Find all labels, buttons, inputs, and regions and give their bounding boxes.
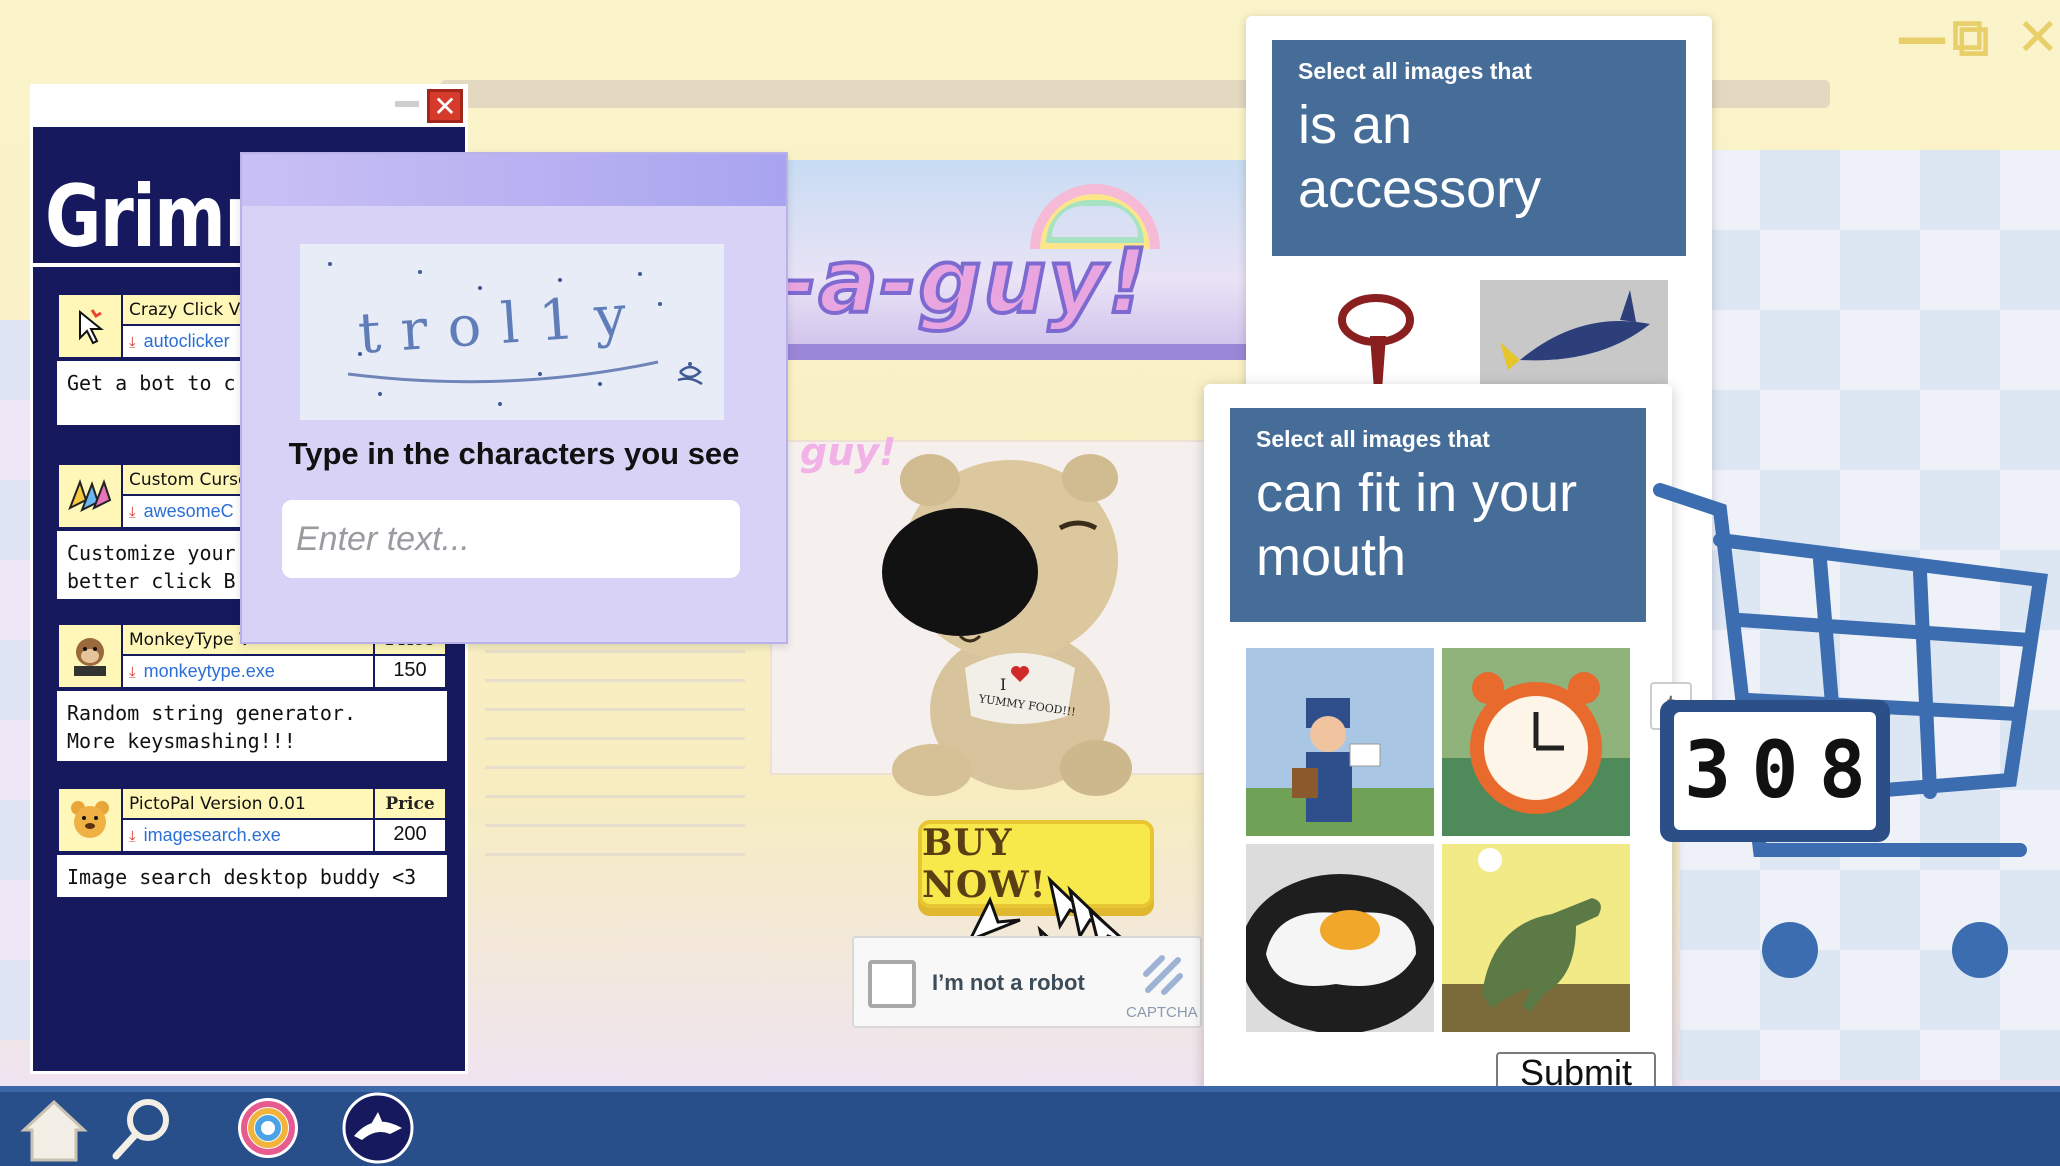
rainbow-ring-icon[interactable] <box>230 1090 306 1166</box>
tile-tuna-fish[interactable] <box>1480 280 1668 390</box>
captcha-prompt: Type in the characters you see <box>288 436 740 471</box>
taskbar <box>0 1086 2060 1166</box>
software-minimize-button[interactable] <box>395 101 419 107</box>
search-icon[interactable] <box>104 1090 180 1166</box>
captcha-header: Select all images that is an accessory <box>1272 40 1686 256</box>
price-value: 150 <box>393 659 427 682</box>
captcha-logo-icon <box>1143 955 1183 995</box>
captcha-instruction: Select all images that <box>1256 426 1490 452</box>
tile-fried-egg[interactable] <box>1246 844 1434 1032</box>
software-item-pictopal[interactable]: PictoPal Version 0.01 ⤓ imagesearch.exe P… <box>57 787 447 897</box>
software-description: Image search desktop buddy <3 <box>57 855 447 897</box>
page-text-lines <box>485 650 745 882</box>
software-description: Random string generator. More keysmashin… <box>57 691 447 761</box>
software-window-titlebar[interactable]: ✕ <box>33 87 465 127</box>
software-file-name: awesomeC <box>143 501 234 522</box>
tile-alarm-clock[interactable] <box>1442 648 1630 836</box>
download-icon: ⤓ <box>129 828 136 846</box>
text-captcha-titlebar[interactable] <box>242 154 786 206</box>
download-icon: ⤓ <box>129 664 136 682</box>
counter-digit: 0 <box>1751 726 1799 816</box>
price-value: 200 <box>393 823 427 846</box>
tile-mail-carrier[interactable] <box>1246 648 1434 836</box>
maximize-button[interactable]: ⧉ <box>1952 8 1989 69</box>
tile-necktie[interactable] <box>1306 280 1466 390</box>
software-download-link[interactable]: ⤓ imagesearch.exe <box>123 820 373 851</box>
download-icon: ⤓ <box>129 334 136 352</box>
tile-t-rex[interactable] <box>1442 844 1630 1032</box>
captcha-instruction: Select all images that <box>1298 58 1532 84</box>
captcha-target: is an accessory <box>1298 95 1542 219</box>
game-scene: — ⧉ ✕ -a-guy! guy! I YUMMY FOOD!!! BUY N… <box>0 0 2060 1166</box>
robot-checkbox-label: I’m not a robot <box>932 970 1085 995</box>
captcha-brand: CAPTCHA <box>1126 1004 1198 1021</box>
cursor-click-icon <box>59 295 123 357</box>
colorful-cursors-icon <box>59 465 123 527</box>
price-header: Price <box>375 789 445 821</box>
monkey-typing-icon <box>59 625 123 687</box>
image-captcha-front: Select all images that can fit in your m… <box>1204 384 1672 1110</box>
software-file-name: autoclicker <box>143 331 230 352</box>
plush-bear-product[interactable]: I YUMMY FOOD!!! <box>860 450 1180 810</box>
captcha-header: Select all images that can fit in your m… <box>1230 408 1646 622</box>
desktop-window-chrome: — ⧉ ✕ <box>0 0 2060 80</box>
window-close-button[interactable]: ✕ <box>2016 8 2060 68</box>
recaptcha-widget: I’m not a robot CAPTCHA <box>852 936 1202 1028</box>
shirt-text-i: I <box>1000 675 1006 694</box>
software-close-button[interactable]: ✕ <box>427 89 463 123</box>
bird-app-icon[interactable] <box>340 1090 416 1166</box>
counter-digit: 3 <box>1684 726 1732 816</box>
text-captcha-popup: trol1y Type in the characters you see <box>240 152 788 644</box>
software-file-name: monkeytype.exe <box>143 661 275 682</box>
bear-face-icon <box>59 789 123 851</box>
robot-checkbox[interactable] <box>868 960 916 1008</box>
download-icon: ⤓ <box>129 504 136 522</box>
software-file-name: imagesearch.exe <box>143 825 281 846</box>
store-logo: -a-guy! <box>778 228 1150 335</box>
banner-stripe <box>770 344 1250 360</box>
captcha-image: trol1y <box>300 244 724 420</box>
price-counter: 3 0 8 <box>1660 700 1890 842</box>
captcha-text-input[interactable] <box>282 500 740 578</box>
minimize-button[interactable]: — <box>1896 8 1948 68</box>
counter-digit: 8 <box>1818 726 1866 816</box>
counter-digits: 3 0 8 <box>1674 712 1876 830</box>
store-banner: -a-guy! <box>770 160 1250 360</box>
software-name: PictoPal Version 0.01 <box>123 789 373 821</box>
home-icon[interactable] <box>16 1090 92 1166</box>
software-download-link[interactable]: ⤓ monkeytype.exe <box>123 656 373 687</box>
captcha-target: can fit in your mouth <box>1256 463 1578 587</box>
software-item-header: PictoPal Version 0.01 ⤓ imagesearch.exe P… <box>57 787 447 853</box>
